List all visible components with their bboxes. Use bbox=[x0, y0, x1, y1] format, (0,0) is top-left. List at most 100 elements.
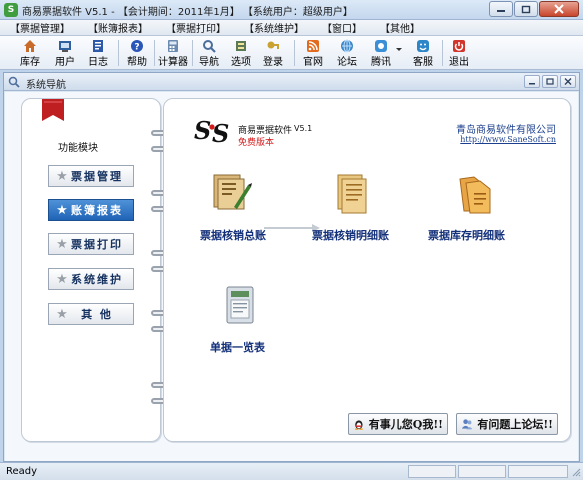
toolbar-forum-button[interactable]: 论坛 bbox=[334, 38, 360, 68]
toolbar-inventory-button[interactable]: 库存 bbox=[16, 38, 44, 68]
log-icon bbox=[93, 40, 103, 52]
document-list-icon[interactable] bbox=[218, 283, 262, 327]
status-pane bbox=[408, 465, 456, 478]
window-title-bar[interactable]: S 商易票据软件 V5.1 - 【会计期间：2011年1月】 【系统用户：超级用… bbox=[0, 0, 583, 20]
minimize-button[interactable] bbox=[489, 1, 513, 17]
menu-item-bill-printing[interactable]: 【票据打印】 bbox=[166, 20, 226, 35]
module-panel: 功能模块 ★ 票据管理 ★ 账簿报表 ★ 票据打印 ★ 系统维护 ★ 其 他 bbox=[21, 98, 161, 442]
star-icon: ★ bbox=[56, 236, 68, 252]
module-button-bill-management[interactable]: ★ 票据管理 bbox=[48, 165, 134, 187]
toolbar-separator bbox=[192, 40, 193, 66]
feature-document-list-label[interactable]: 单据一览表 bbox=[210, 339, 265, 355]
feature-panel: S S 商易票据软件 V5.1 免费版本 青岛商易软件有限公司 http://w… bbox=[163, 98, 571, 442]
minimize-icon bbox=[497, 10, 505, 12]
menu-bar: 【票据管理】 【账簿报表】 【票据打印】 【系统维护】 【窗口】 【其他】 bbox=[0, 20, 583, 36]
toolbar-separator bbox=[442, 40, 443, 66]
calculator-icon bbox=[168, 40, 178, 52]
toolbar-service-button[interactable]: 客服 bbox=[410, 38, 436, 68]
toolbar-calculator-button[interactable]: 计算器 bbox=[158, 38, 188, 68]
toolbar-user-button[interactable]: 用户 bbox=[52, 38, 78, 68]
star-icon: ★ bbox=[56, 168, 68, 184]
exit-icon bbox=[453, 40, 465, 52]
restore-icon bbox=[521, 5, 531, 13]
toolbar: 库存 用户 日志 ? 帮助 计算器 导航 选项 登录 官网 论坛 腾讯 客服 退… bbox=[0, 36, 583, 70]
toolbar-separator bbox=[294, 40, 295, 66]
star-icon: ★ bbox=[56, 306, 68, 322]
website-icon bbox=[307, 40, 319, 52]
toolbar-separator bbox=[154, 40, 155, 66]
menu-item-bill-management[interactable]: 【票据管理】 bbox=[10, 20, 70, 35]
toolbar-website-button[interactable]: 官网 bbox=[300, 38, 326, 68]
toolbar-navigation-button[interactable]: 导航 bbox=[196, 38, 222, 68]
child-close-button[interactable] bbox=[560, 75, 576, 88]
module-button-bill-printing[interactable]: ★ 票据打印 bbox=[48, 233, 134, 255]
navigation-window-icon bbox=[8, 76, 20, 88]
toolbar-help-button[interactable]: ? 帮助 bbox=[124, 38, 150, 68]
minimize-icon bbox=[529, 83, 535, 85]
navigation-icon bbox=[203, 40, 216, 53]
service-icon bbox=[417, 40, 429, 52]
toolbar-tencent-button[interactable]: 腾讯 bbox=[368, 38, 394, 68]
options-icon bbox=[236, 41, 246, 51]
window-controls bbox=[489, 1, 579, 17]
menu-item-window[interactable]: 【窗口】 bbox=[322, 20, 362, 35]
login-icon bbox=[267, 41, 279, 49]
status-text: Ready bbox=[6, 466, 38, 477]
restore-button[interactable] bbox=[514, 1, 538, 17]
navigation-content: 功能模块 ★ 票据管理 ★ 账簿报表 ★ 票据打印 ★ 系统维护 ★ 其 他 S… bbox=[5, 92, 578, 461]
svg-text:S: S bbox=[212, 119, 229, 145]
forum-users-icon bbox=[461, 419, 473, 430]
summary-ledger-icon[interactable] bbox=[210, 169, 254, 213]
toolbar-login-button[interactable]: 登录 bbox=[260, 38, 286, 68]
forum-link-button[interactable]: 有问题上论坛!! bbox=[456, 413, 558, 435]
qq-contact-button[interactable]: 有事儿您Q我!! bbox=[348, 413, 448, 435]
detail-ledger-icon[interactable] bbox=[330, 171, 374, 215]
tencent-icon bbox=[375, 40, 387, 52]
module-button-system-maintenance[interactable]: ★ 系统维护 bbox=[48, 268, 134, 290]
close-button[interactable] bbox=[539, 1, 579, 17]
toolbar-options-button[interactable]: 选项 bbox=[228, 38, 254, 68]
navigation-child-window: 系统导航 功能模块 ★ 票据管理 ★ 账簿报表 ★ 票据打印 ★ 系统维护 ★ … bbox=[3, 72, 580, 462]
module-panel-title: 功能模块 bbox=[58, 143, 98, 154]
maximize-icon bbox=[546, 78, 554, 85]
toolbar-exit-button[interactable]: 退出 bbox=[446, 38, 472, 68]
child-maximize-button[interactable] bbox=[542, 75, 558, 88]
feature-summary-ledger-label[interactable]: 票据核销总账 bbox=[200, 227, 266, 243]
menu-item-system-maintenance[interactable]: 【系统维护】 bbox=[244, 20, 304, 35]
status-pane bbox=[458, 465, 506, 478]
module-button-ledger-reports[interactable]: ★ 账簿报表 bbox=[48, 199, 134, 221]
close-icon bbox=[554, 4, 564, 14]
feature-detail-ledger-label[interactable]: 票据核销明细账 bbox=[312, 227, 389, 243]
forum-icon bbox=[341, 39, 353, 53]
qq-penguin-icon bbox=[354, 420, 363, 430]
inventory-ledger-icon[interactable] bbox=[454, 171, 498, 215]
svg-text:?: ? bbox=[134, 43, 139, 53]
product-version: V5.1 bbox=[294, 124, 313, 133]
svg-text:S: S bbox=[194, 116, 211, 145]
menu-item-other[interactable]: 【其他】 bbox=[380, 20, 420, 35]
child-window-controls bbox=[524, 75, 576, 88]
module-button-other[interactable]: ★ 其 他 bbox=[48, 303, 134, 325]
product-edition: 免费版本 bbox=[238, 138, 275, 148]
status-bar: Ready bbox=[0, 462, 583, 480]
toolbar-log-button[interactable]: 日志 bbox=[84, 38, 112, 68]
app-logo-icon: S bbox=[4, 3, 18, 17]
child-minimize-button[interactable] bbox=[524, 75, 540, 88]
menu-item-ledger-reports[interactable]: 【账簿报表】 bbox=[88, 20, 148, 35]
feature-inventory-ledger-label[interactable]: 票据库存明细账 bbox=[428, 227, 505, 243]
help-icon: ? bbox=[131, 40, 143, 53]
house-icon bbox=[24, 40, 36, 52]
user-icon bbox=[59, 41, 71, 52]
close-icon bbox=[564, 78, 572, 85]
toolbar-tencent-dropdown[interactable] bbox=[394, 38, 404, 68]
resize-grip-icon[interactable] bbox=[571, 467, 581, 477]
window-title: 商易票据软件 V5.1 - 【会计期间：2011年1月】 【系统用户：超级用户】 bbox=[22, 7, 353, 18]
company-name: 青岛商易软件有限公司 bbox=[456, 125, 556, 136]
sanesoft-logo-icon: S S bbox=[194, 116, 229, 145]
bookmark-ribbon-icon bbox=[42, 99, 64, 121]
child-window-title-bar[interactable]: 系统导航 bbox=[4, 73, 579, 91]
star-icon: ★ bbox=[56, 271, 68, 287]
star-icon: ★ bbox=[56, 202, 68, 218]
child-window-title: 系统导航 bbox=[26, 80, 66, 91]
company-url-link[interactable]: http://www.SaneSoft.cn bbox=[460, 135, 556, 144]
